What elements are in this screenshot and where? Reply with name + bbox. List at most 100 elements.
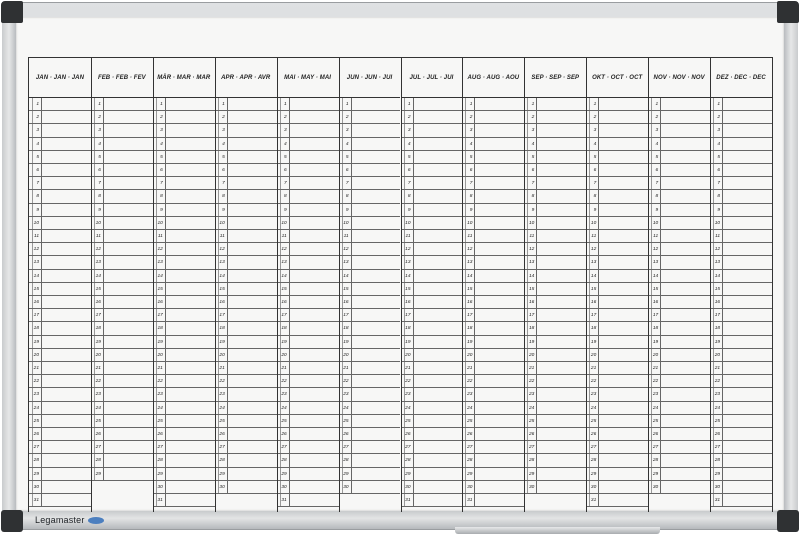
- day-row[interactable]: 9: [462, 203, 525, 217]
- day-row[interactable]: 24: [152, 401, 215, 415]
- day-row[interactable]: 28: [29, 454, 91, 468]
- day-row[interactable]: 25: [524, 414, 587, 428]
- day-row[interactable]: 15: [29, 282, 91, 296]
- day-row[interactable]: 22: [524, 375, 587, 389]
- day-row[interactable]: 21: [586, 362, 649, 376]
- day-row[interactable]: 31: [276, 494, 339, 508]
- day-row[interactable]: 25: [338, 414, 401, 428]
- day-row[interactable]: 4: [710, 137, 772, 151]
- day-row[interactable]: 15: [400, 282, 463, 296]
- day-row[interactable]: 14: [338, 269, 401, 283]
- day-row[interactable]: 30: [586, 480, 649, 494]
- day-row[interactable]: 13: [276, 256, 339, 270]
- day-row[interactable]: 8: [152, 190, 215, 204]
- day-row[interactable]: 15: [524, 282, 587, 296]
- day-row[interactable]: 4: [400, 137, 463, 151]
- day-row[interactable]: 16: [90, 296, 153, 310]
- day-row[interactable]: 29: [29, 467, 91, 481]
- day-row[interactable]: 30: [214, 480, 277, 494]
- day-row[interactable]: 14: [648, 269, 711, 283]
- day-row[interactable]: 29: [586, 467, 649, 481]
- day-row[interactable]: 28: [524, 454, 587, 468]
- day-row[interactable]: 23: [338, 388, 401, 402]
- day-row[interactable]: 22: [648, 375, 711, 389]
- day-row[interactable]: 20: [338, 348, 401, 362]
- day-row[interactable]: 27: [90, 441, 153, 455]
- day-row[interactable]: 9: [152, 203, 215, 217]
- day-row[interactable]: 2: [648, 111, 711, 125]
- day-row[interactable]: 9: [90, 203, 153, 217]
- day-row[interactable]: 27: [338, 441, 401, 455]
- day-row[interactable]: 1: [152, 98, 215, 112]
- day-row[interactable]: 9: [400, 203, 463, 217]
- day-row[interactable]: 17: [400, 309, 463, 323]
- day-row[interactable]: 8: [214, 190, 277, 204]
- day-row[interactable]: 17: [338, 309, 401, 323]
- day-row[interactable]: 22: [586, 375, 649, 389]
- day-row[interactable]: 15: [586, 282, 649, 296]
- day-row[interactable]: 6: [276, 164, 339, 178]
- day-row[interactable]: 23: [400, 388, 463, 402]
- day-row[interactable]: 11: [276, 230, 339, 244]
- day-row[interactable]: 31: [152, 494, 215, 508]
- day-row[interactable]: 19: [29, 335, 91, 349]
- day-row[interactable]: 13: [90, 256, 153, 270]
- day-row[interactable]: 29: [90, 467, 153, 481]
- day-row[interactable]: 30: [29, 480, 91, 494]
- day-row[interactable]: 28: [586, 454, 649, 468]
- day-row[interactable]: 20: [710, 348, 772, 362]
- day-row[interactable]: 30: [400, 480, 463, 494]
- day-row[interactable]: 14: [462, 269, 525, 283]
- day-row[interactable]: 12: [462, 243, 525, 257]
- day-row[interactable]: 1: [90, 98, 153, 112]
- day-row[interactable]: 2: [152, 111, 215, 125]
- day-row[interactable]: 21: [648, 362, 711, 376]
- day-row[interactable]: 23: [90, 388, 153, 402]
- day-row[interactable]: 17: [586, 309, 649, 323]
- day-row[interactable]: 2: [276, 111, 339, 125]
- day-row[interactable]: 15: [90, 282, 153, 296]
- day-row[interactable]: 8: [400, 190, 463, 204]
- day-row[interactable]: 17: [648, 309, 711, 323]
- day-row[interactable]: 24: [710, 401, 772, 415]
- day-row[interactable]: 6: [586, 164, 649, 178]
- day-row[interactable]: 17: [214, 309, 277, 323]
- day-row[interactable]: 9: [710, 203, 772, 217]
- day-row[interactable]: 14: [152, 269, 215, 283]
- day-row[interactable]: 22: [152, 375, 215, 389]
- day-row[interactable]: 10: [648, 216, 711, 230]
- day-row[interactable]: 27: [648, 441, 711, 455]
- day-row[interactable]: 30: [276, 480, 339, 494]
- day-row[interactable]: 3: [276, 124, 339, 138]
- day-row[interactable]: 2: [524, 111, 587, 125]
- day-row[interactable]: 28: [462, 454, 525, 468]
- day-row[interactable]: 13: [400, 256, 463, 270]
- day-row[interactable]: 8: [586, 190, 649, 204]
- day-row[interactable]: 4: [462, 137, 525, 151]
- day-row[interactable]: 15: [648, 282, 711, 296]
- day-row[interactable]: 21: [524, 362, 587, 376]
- day-row[interactable]: 2: [400, 111, 463, 125]
- day-row[interactable]: 4: [338, 137, 401, 151]
- day-row[interactable]: 10: [524, 216, 587, 230]
- day-row[interactable]: 16: [524, 296, 587, 310]
- day-row[interactable]: 2: [29, 111, 91, 125]
- day-row[interactable]: 10: [214, 216, 277, 230]
- day-row[interactable]: 21: [29, 362, 91, 376]
- day-row[interactable]: 20: [29, 348, 91, 362]
- day-row[interactable]: 28: [90, 454, 153, 468]
- day-row[interactable]: 18: [710, 322, 772, 336]
- day-row[interactable]: 16: [462, 296, 525, 310]
- day-row[interactable]: 11: [524, 230, 587, 244]
- day-row[interactable]: 5: [400, 150, 463, 164]
- day-row[interactable]: 18: [462, 322, 525, 336]
- day-row[interactable]: 13: [524, 256, 587, 270]
- day-row[interactable]: 25: [276, 414, 339, 428]
- day-row[interactable]: 26: [462, 428, 525, 442]
- day-row[interactable]: 4: [214, 137, 277, 151]
- day-row[interactable]: 29: [214, 467, 277, 481]
- day-row[interactable]: 20: [462, 348, 525, 362]
- day-row[interactable]: 27: [710, 441, 772, 455]
- day-row[interactable]: 20: [586, 348, 649, 362]
- day-row[interactable]: 20: [524, 348, 587, 362]
